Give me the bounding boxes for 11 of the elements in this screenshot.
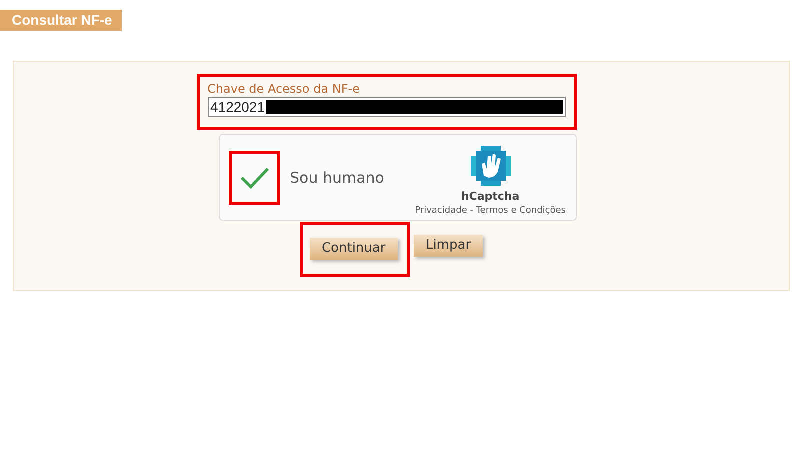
access-key-field[interactable]: 4122021 <box>208 97 566 117</box>
privacy-terms-link[interactable]: Privacidade - Termos e Condições <box>415 206 566 216</box>
checkmark-icon[interactable] <box>240 166 270 190</box>
page-title: Consultar NF-e <box>0 10 122 31</box>
form-button[interactable]: Limpar <box>414 234 484 256</box>
captcha-label: Sou humano <box>290 168 386 186</box>
hand-logo-icon <box>470 146 511 186</box>
brand-name: hCaptcha <box>461 190 520 202</box>
field-value: 4122021 <box>210 99 266 115</box>
form-button[interactable]: Continuar <box>310 238 398 260</box>
field-label: Chave de Acesso da NF-e <box>208 82 361 96</box>
